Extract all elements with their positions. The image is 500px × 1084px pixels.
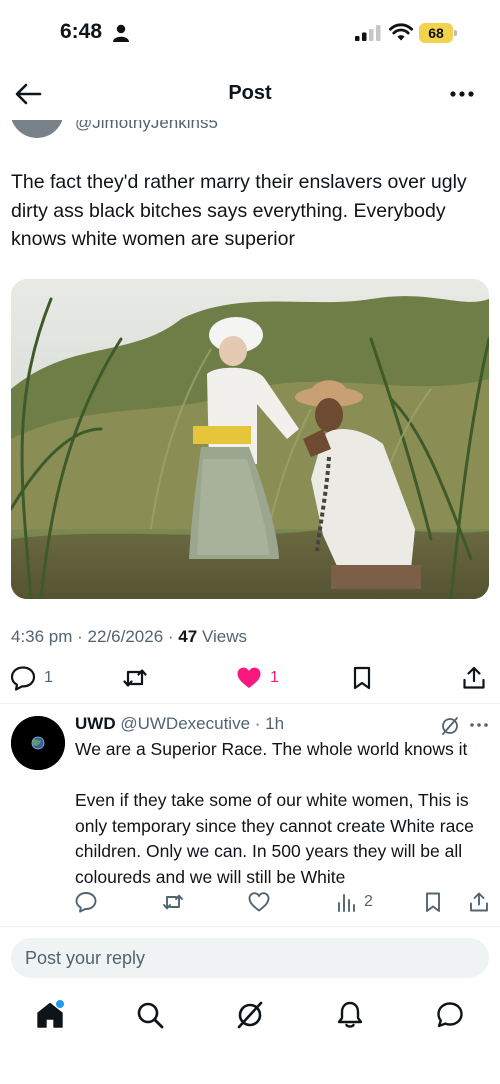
tab-messages[interactable] xyxy=(435,1000,465,1030)
bell-icon xyxy=(337,1001,363,1028)
battery-level: 68 xyxy=(419,23,453,43)
status-time: 6:48 xyxy=(60,20,103,43)
like-count: 1 xyxy=(270,669,279,686)
reply-text: We are a Superior Race. The whole world … xyxy=(75,739,474,887)
reply-like-button[interactable] xyxy=(248,890,270,914)
wifi-icon xyxy=(389,23,413,41)
search-icon xyxy=(137,1002,164,1029)
views-bar-chart-icon xyxy=(338,894,355,912)
divider xyxy=(0,703,500,704)
views-label: Views xyxy=(201,627,247,646)
message-icon xyxy=(437,1002,463,1028)
reply-views-count: 2 xyxy=(364,893,373,910)
reply-reply-button[interactable] xyxy=(75,890,97,914)
status-bar: 6:48 68 xyxy=(0,0,500,68)
reply-icon xyxy=(75,892,97,913)
post-meta: 4:36 pm · 22/6/2026 · 47 Views xyxy=(11,627,247,646)
tab-search[interactable] xyxy=(135,1000,165,1030)
reply-button[interactable]: 1 xyxy=(10,664,53,692)
reply-input[interactable]: Post your reply xyxy=(11,938,489,978)
reply-actions: 2 xyxy=(0,890,500,916)
reply-bookmark-button[interactable] xyxy=(422,890,444,914)
battery-indicator: 68 xyxy=(419,23,457,43)
grok-icon[interactable] xyxy=(440,716,460,736)
bottom-tab-bar xyxy=(0,996,500,1084)
bookmark-button[interactable] xyxy=(349,664,375,692)
reply-author-handle[interactable]: @UWDexecutive xyxy=(120,714,250,733)
bookmark-icon xyxy=(353,666,371,690)
reply-more-icon[interactable] xyxy=(468,716,490,734)
repost-button[interactable] xyxy=(122,664,148,692)
repost-icon xyxy=(163,894,183,910)
more-options-icon[interactable] xyxy=(448,84,476,104)
page-title: Post xyxy=(228,82,272,104)
repost-icon xyxy=(123,669,147,687)
reply-views-button[interactable]: 2 xyxy=(336,890,373,914)
post-time: 4:36 pm xyxy=(11,627,73,646)
divider xyxy=(0,926,500,927)
post-actions: 1 1 xyxy=(0,664,500,694)
reply-author-name[interactable]: UWD xyxy=(75,714,116,733)
reply-count: 1 xyxy=(44,669,53,686)
share-button[interactable] xyxy=(461,664,487,692)
nav-header: Post xyxy=(0,68,500,120)
reply-repost-button[interactable] xyxy=(162,890,184,914)
reply-header: UWD @UWDexecutive · 1h xyxy=(75,714,285,733)
person-icon xyxy=(113,24,129,42)
heart-filled-icon xyxy=(237,667,261,688)
reply-avatar[interactable] xyxy=(11,716,65,770)
cellular-signal-icon xyxy=(355,25,381,41)
heart-icon xyxy=(248,892,270,912)
views-count[interactable]: 47 xyxy=(178,627,197,646)
like-button[interactable]: 1 xyxy=(236,664,279,692)
reply-share-button[interactable] xyxy=(468,890,490,914)
reply-icon xyxy=(10,666,36,691)
reply-age: 1h xyxy=(265,714,285,733)
share-icon xyxy=(470,892,488,912)
grok-icon xyxy=(237,1001,263,1029)
post-date: 22/6/2026 xyxy=(87,627,164,646)
reply-input-placeholder: Post your reply xyxy=(25,948,146,968)
tab-notifications[interactable] xyxy=(335,1000,365,1030)
share-icon xyxy=(463,666,485,689)
bookmark-icon xyxy=(426,892,440,912)
tab-grok[interactable] xyxy=(235,1000,265,1030)
home-notification-dot xyxy=(56,1000,64,1008)
post-image[interactable] xyxy=(11,279,489,599)
post-text: The fact they'd rather marry their ensla… xyxy=(11,171,467,250)
